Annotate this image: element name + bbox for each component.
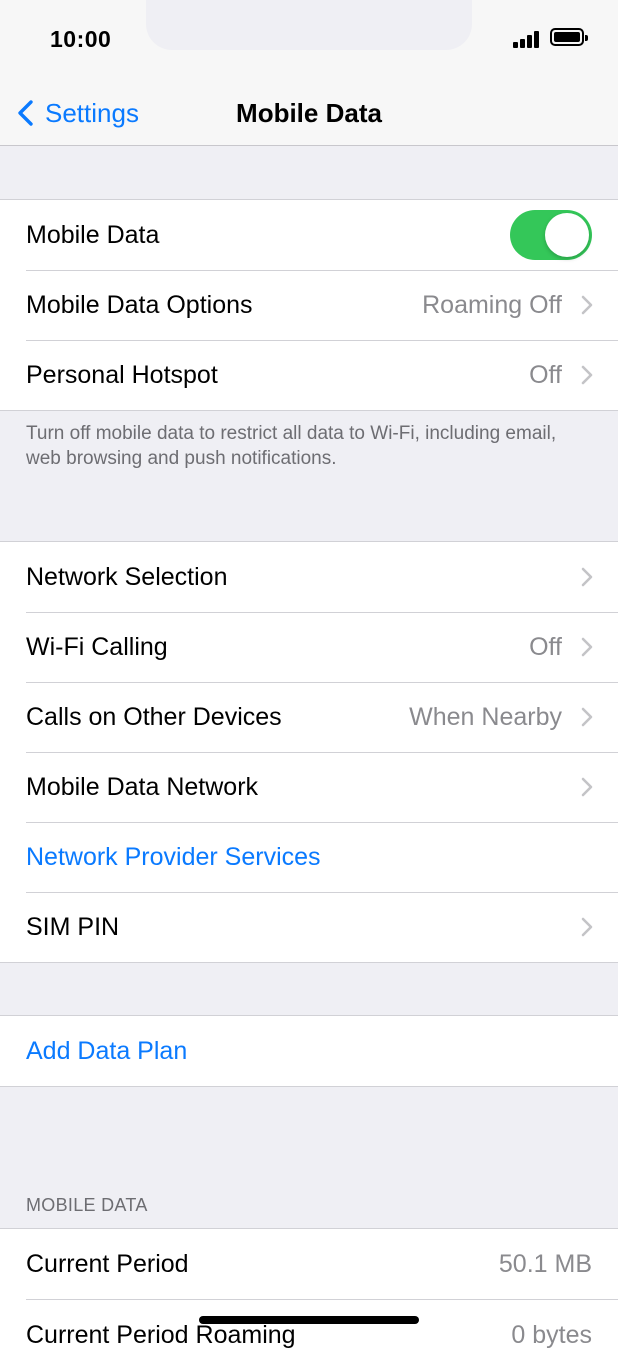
row-network-provider-services[interactable]: Network Provider Services <box>0 822 618 892</box>
battery-icon <box>550 28 588 46</box>
mobile-data-footer: Turn off mobile data to restrict all dat… <box>26 423 557 469</box>
chevron-right-icon <box>581 917 593 937</box>
row-current-period: Current Period 50.1 MB <box>0 1229 618 1299</box>
row-label: Calls on Other Devices <box>26 702 282 731</box>
page-title: Mobile Data <box>236 98 382 128</box>
row-value: Off <box>529 360 562 389</box>
row-label: Current Period <box>26 1249 189 1278</box>
row-calls-on-other-devices[interactable]: Calls on Other Devices When Nearby <box>0 682 618 752</box>
row-value: When Nearby <box>409 702 562 731</box>
chevron-right-icon <box>581 365 593 385</box>
row-wifi-calling[interactable]: Wi-Fi Calling Off <box>0 612 618 682</box>
toggle-knob <box>545 213 589 257</box>
signal-icon <box>513 30 541 48</box>
row-sim-pin[interactable]: SIM PIN <box>0 892 618 962</box>
row-mobile-data-options[interactable]: Mobile Data Options Roaming Off <box>0 270 618 340</box>
row-label: Personal Hotspot <box>26 360 218 389</box>
navigation-bar: Settings Mobile Data <box>0 80 618 146</box>
chevron-right-icon <box>581 295 593 315</box>
mobile-data-group: Mobile Data Mobile Data Options Roaming … <box>0 199 618 411</box>
chevron-right-icon <box>581 637 593 657</box>
row-network-selection[interactable]: Network Selection <box>0 542 618 612</box>
row-label: Network Provider Services <box>26 842 321 871</box>
row-value: Off <box>529 632 562 661</box>
row-label: SIM PIN <box>26 912 120 941</box>
notch <box>146 0 472 50</box>
row-label: Add Data Plan <box>26 1036 188 1065</box>
status-bar: 10:00 <box>0 0 618 80</box>
row-mobile-data: Mobile Data <box>0 200 618 270</box>
row-add-data-plan[interactable]: Add Data Plan <box>0 1016 618 1086</box>
home-indicator <box>199 1316 419 1324</box>
row-label: Current Period Roaming <box>26 1321 296 1349</box>
row-label: Mobile Data Options <box>26 290 253 319</box>
data-plan-group: Add Data Plan <box>0 1015 618 1087</box>
status-time: 10:00 <box>50 26 112 52</box>
usage-group: Current Period 50.1 MB Current Period Ro… <box>0 1228 618 1369</box>
row-label: Mobile Data Network <box>26 772 259 801</box>
chevron-right-icon <box>581 707 593 727</box>
row-personal-hotspot[interactable]: Personal Hotspot Off <box>0 340 618 410</box>
row-mobile-data-network[interactable]: Mobile Data Network <box>0 752 618 822</box>
row-value: 0 bytes <box>511 1321 592 1349</box>
row-label: Network Selection <box>26 562 228 591</box>
mobile-data-toggle[interactable] <box>510 210 592 260</box>
row-value: Roaming Off <box>422 290 562 319</box>
section-header: MOBILE DATA <box>26 1195 148 1215</box>
row-label: Mobile Data <box>26 220 160 249</box>
row-label: Wi-Fi Calling <box>26 632 168 661</box>
row-value: 50.1 MB <box>498 1249 592 1278</box>
chevron-right-icon <box>581 567 593 587</box>
chevron-right-icon <box>581 777 593 797</box>
row-current-period-roaming: Current Period Roaming 0 bytes <box>0 1299 618 1369</box>
network-group: Network Selection Wi-Fi Calling Off Call… <box>0 541 618 963</box>
